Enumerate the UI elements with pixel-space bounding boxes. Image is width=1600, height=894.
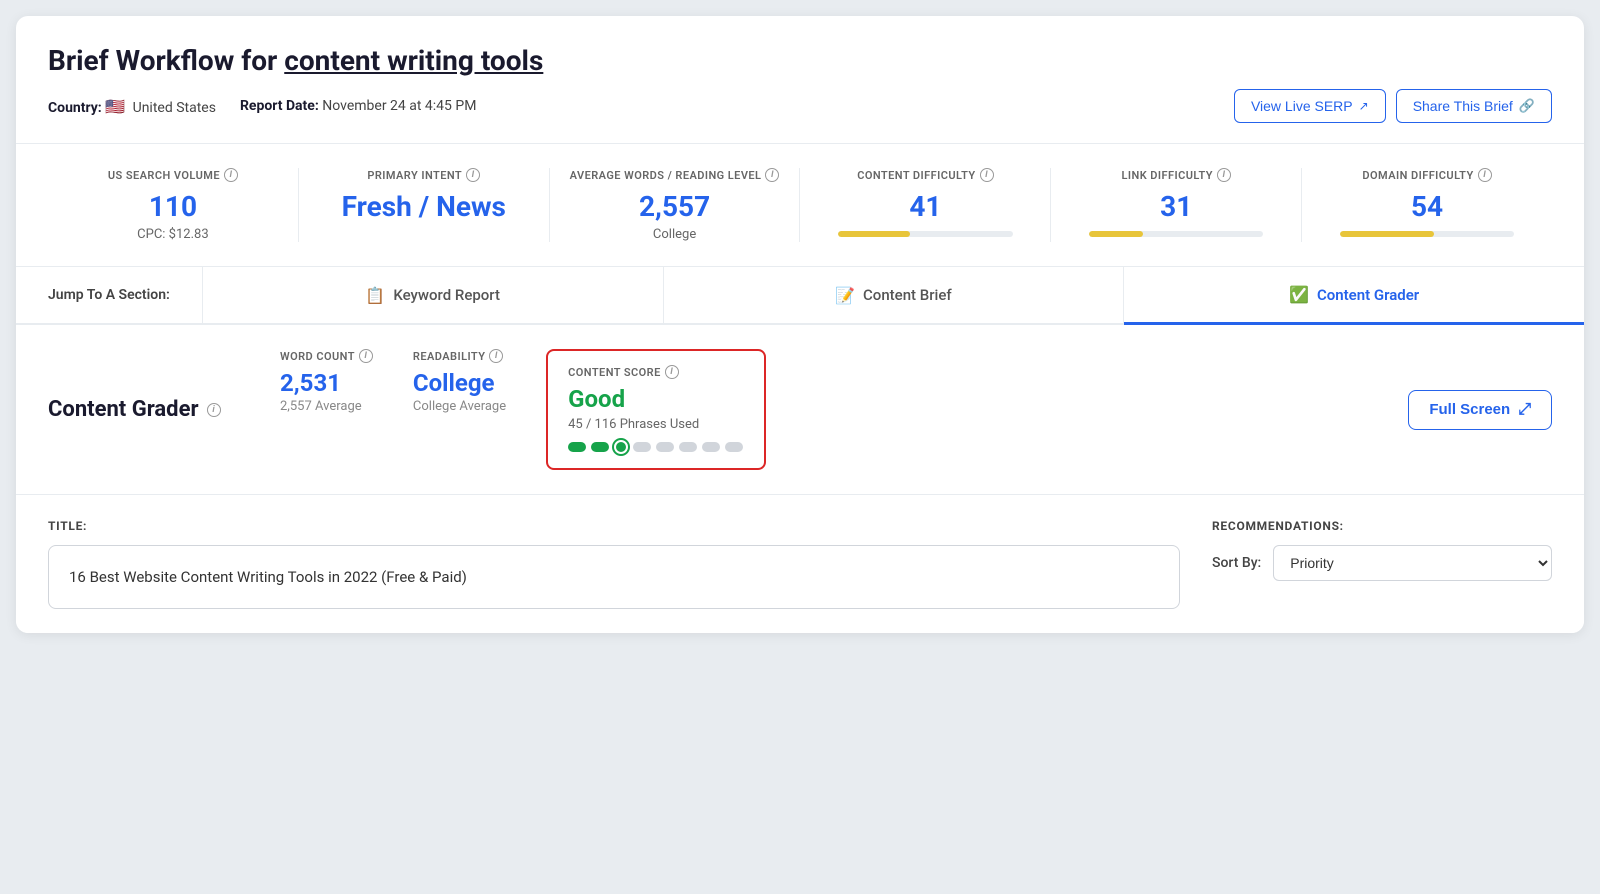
tab-keyword-report[interactable]: 📋 Keyword Report xyxy=(203,267,664,325)
main-container: Brief Workflow for content writing tools… xyxy=(16,16,1584,633)
stat-primary-intent: PRIMARY INTENT i Fresh / News xyxy=(299,168,550,242)
score-dot-2 xyxy=(591,442,609,452)
score-dot-4 xyxy=(633,442,651,452)
link-icon: 🔗 xyxy=(1519,98,1535,114)
score-dot-8 xyxy=(725,442,743,452)
us-search-volume-value: 110 xyxy=(64,190,282,223)
tab-content-brief[interactable]: 📝 Content Brief xyxy=(664,267,1125,325)
bottom-grid: TITLE: 16 Best Website Content Writing T… xyxy=(48,519,1552,609)
jump-to-label: Jump To A Section: xyxy=(16,267,203,323)
header-buttons: View Live SERP ↗ Share This Brief 🔗 xyxy=(1234,89,1552,123)
content-score-phrases: 45 / 116 Phrases Used xyxy=(568,417,744,432)
domain-difficulty-info-icon[interactable]: i xyxy=(1478,168,1492,182)
content-score-info-icon[interactable]: i xyxy=(665,365,679,379)
link-difficulty-value: 31 xyxy=(1067,190,1285,223)
stat-us-search-volume: US SEARCH VOLUME i 110 CPC: $12.83 xyxy=(48,168,299,242)
avg-words-info-icon[interactable]: i xyxy=(765,168,779,182)
view-serp-button[interactable]: View Live SERP ↗ xyxy=(1234,89,1386,123)
readability-sub: College Average xyxy=(413,399,506,414)
content-score-box: CONTENT SCORE i Good 45 / 116 Phrases Us… xyxy=(546,349,766,470)
bottom-section: TITLE: 16 Best Website Content Writing T… xyxy=(16,495,1584,633)
primary-intent-info-icon[interactable]: i xyxy=(466,168,480,182)
content-grader-icon: ✅ xyxy=(1289,285,1309,304)
word-count-sub: 2,557 Average xyxy=(280,399,373,414)
content-difficulty-info-icon[interactable]: i xyxy=(980,168,994,182)
keyword-report-icon: 📋 xyxy=(365,286,385,305)
domain-difficulty-value: 54 xyxy=(1318,190,1536,223)
page-title: Brief Workflow for content writing tools xyxy=(48,44,1552,77)
sort-by-label: Sort By: xyxy=(1212,555,1261,571)
share-brief-button[interactable]: Share This Brief 🔗 xyxy=(1396,89,1552,123)
tabs-section: Jump To A Section: 📋 Keyword Report 📝 Co… xyxy=(16,267,1584,325)
sort-by-row: Sort By: Priority Alphabetical Unused Fi… xyxy=(1212,545,1552,581)
content-grader-section: Content Grader i WORD COUNT i 2,531 2,55… xyxy=(16,325,1584,495)
content-grader-title: Content Grader i xyxy=(48,397,248,422)
report-date-info: Report Date: November 24 at 4:45 PM xyxy=(240,98,476,114)
readability-info-icon[interactable]: i xyxy=(489,349,503,363)
avg-words-value: 2,557 xyxy=(566,190,784,223)
recommendations-label: RECOMMENDATIONS: xyxy=(1212,519,1552,533)
score-dot-7 xyxy=(702,442,720,452)
link-difficulty-info-icon[interactable]: i xyxy=(1217,168,1231,182)
flag-icon: 🇺🇸 xyxy=(105,97,125,116)
tab-content-grader[interactable]: ✅ Content Grader xyxy=(1124,267,1584,325)
grader-metrics: WORD COUNT i 2,531 2,557 Average READABI… xyxy=(280,349,1376,470)
us-search-volume-info-icon[interactable]: i xyxy=(224,168,238,182)
content-score-dots xyxy=(568,440,744,454)
external-link-icon: ↗ xyxy=(1359,99,1369,113)
recommendations-area: RECOMMENDATIONS: Sort By: Priority Alpha… xyxy=(1212,519,1552,609)
stat-link-difficulty: LINK DIFFICULTY i 31 xyxy=(1051,168,1302,242)
stat-avg-words: AVERAGE WORDS / READING LEVEL i 2,557 Co… xyxy=(550,168,801,242)
content-difficulty-bar xyxy=(838,231,1012,237)
word-count-value: 2,531 xyxy=(280,369,373,397)
sort-select[interactable]: Priority Alphabetical Unused First xyxy=(1273,545,1552,581)
readability-metric: READABILITY i College College Average xyxy=(413,349,506,470)
stat-domain-difficulty: DOMAIN DIFFICULTY i 54 xyxy=(1302,168,1552,242)
readability-value: College xyxy=(413,369,506,397)
score-dot-1 xyxy=(568,442,586,452)
fullscreen-icon: ⤢ xyxy=(1518,401,1531,419)
title-area: TITLE: 16 Best Website Content Writing T… xyxy=(48,519,1180,609)
stats-section: US SEARCH VOLUME i 110 CPC: $12.83 PRIMA… xyxy=(16,144,1584,267)
score-dot-6 xyxy=(679,442,697,452)
link-difficulty-bar xyxy=(1089,231,1263,237)
score-dot-5 xyxy=(656,442,674,452)
content-grader-header: Content Grader i WORD COUNT i 2,531 2,55… xyxy=(48,349,1552,470)
word-count-metric: WORD COUNT i 2,531 2,557 Average xyxy=(280,349,373,470)
content-difficulty-value: 41 xyxy=(816,190,1034,223)
primary-intent-value[interactable]: Fresh / News xyxy=(315,190,533,223)
content-brief-icon: 📝 xyxy=(835,286,855,305)
title-input-box[interactable]: 16 Best Website Content Writing Tools in… xyxy=(48,545,1180,609)
header-meta: Country: 🇺🇸 United States Report Date: N… xyxy=(48,89,1552,123)
fullscreen-button[interactable]: Full Screen ⤢ xyxy=(1408,390,1552,430)
title-label: TITLE: xyxy=(48,519,1180,533)
score-dot-handle xyxy=(614,440,628,454)
domain-difficulty-bar xyxy=(1340,231,1514,237)
word-count-info-icon[interactable]: i xyxy=(359,349,373,363)
header-section: Brief Workflow for content writing tools… xyxy=(16,16,1584,144)
avg-words-sub: College xyxy=(566,227,784,242)
us-search-volume-sub: CPC: $12.83 xyxy=(64,227,282,242)
country-info: Country: 🇺🇸 United States xyxy=(48,97,216,116)
content-grader-info-icon[interactable]: i xyxy=(207,403,221,417)
stat-content-difficulty: CONTENT DIFFICULTY i 41 xyxy=(800,168,1051,242)
content-score-rating: Good xyxy=(568,385,744,413)
